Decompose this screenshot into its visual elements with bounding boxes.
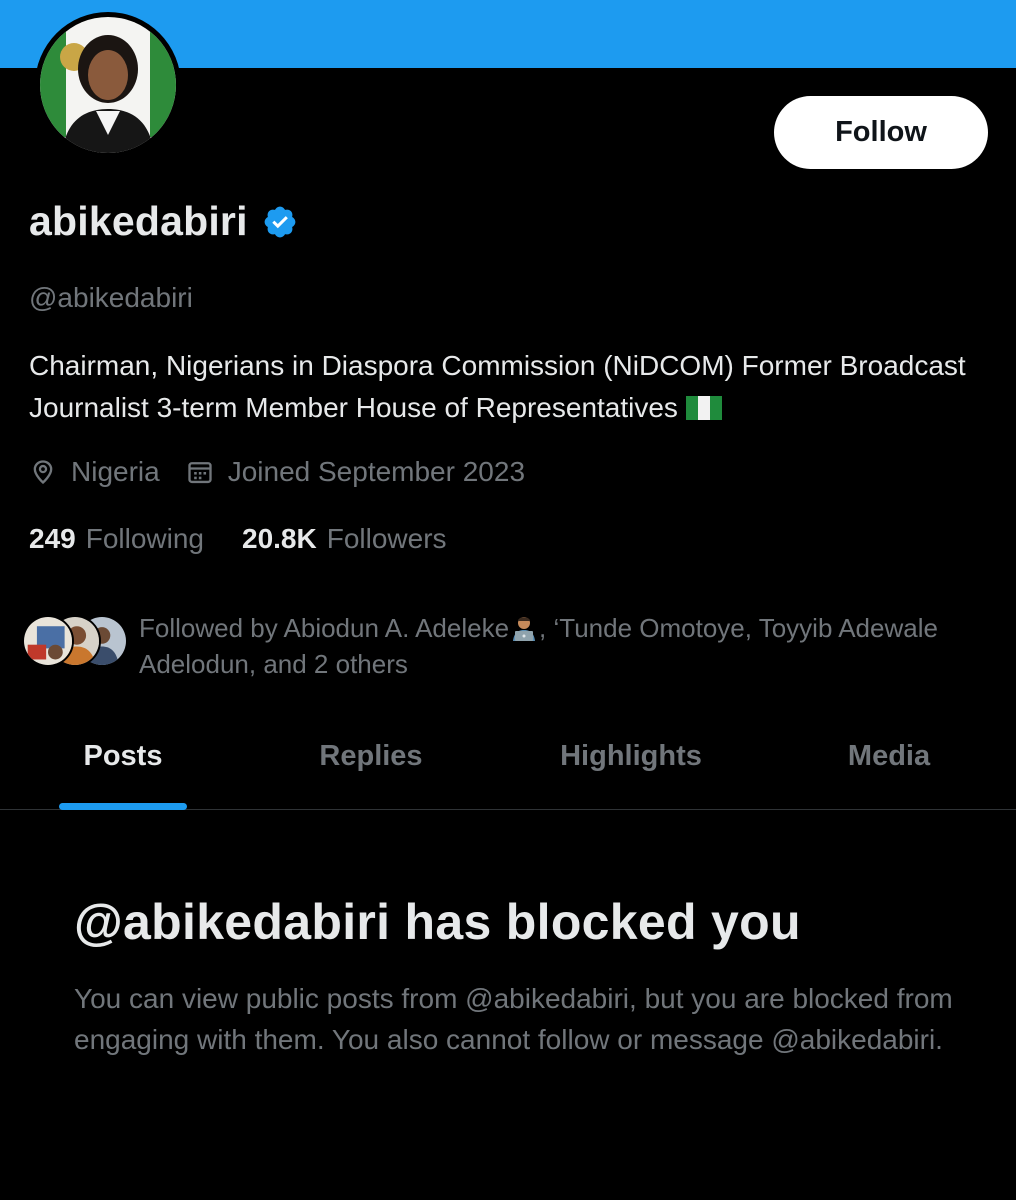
profile-bio: Chairman, Nigerians in Diaspora Commissi…	[29, 345, 989, 429]
location-item: Nigeria	[29, 456, 160, 488]
active-tab-indicator	[59, 803, 187, 810]
tab-media-label: Media	[847, 740, 931, 772]
profile-name-row: abikedabiri	[29, 198, 298, 245]
follow-button[interactable]: Follow	[774, 96, 988, 169]
followed-by-prefix: Followed by Abiodun A. Adeleke	[139, 613, 510, 643]
tab-media[interactable]: Media	[836, 710, 942, 810]
verified-badge-icon[interactable]	[262, 204, 298, 240]
display-name: abikedabiri	[29, 198, 248, 244]
tab-highlights[interactable]: Highlights	[548, 710, 714, 810]
profile-avatar[interactable]	[35, 12, 181, 158]
follower-avatar	[22, 615, 74, 667]
following-stat[interactable]: 249 Following	[29, 523, 204, 555]
followers-stat[interactable]: 20.8K Followers	[242, 523, 447, 555]
followers-count: 20.8K	[242, 523, 317, 554]
location-pin-icon	[33, 460, 53, 485]
tab-posts-label: Posts	[83, 740, 163, 772]
followed-by-avatars	[22, 610, 132, 668]
calendar-icon	[188, 462, 212, 484]
avatar-image	[40, 17, 176, 153]
location-text: Nigeria	[71, 456, 160, 487]
blocked-title: @abikedabiri has blocked you	[74, 894, 801, 950]
followed-by-section[interactable]: Followed by Abiodun A. Adeleke , ‘Tunde …	[22, 610, 939, 682]
bio-text: Chairman, Nigerians in Diaspora Commissi…	[29, 350, 966, 423]
blocked-description: You can view public posts from @abikedab…	[74, 983, 953, 1055]
profile-meta: Nigeria Joined September 2023	[29, 456, 525, 488]
followed-by-text: Followed by Abiodun A. Adeleke , ‘Tunde …	[139, 610, 939, 682]
following-label: Following	[85, 523, 204, 554]
profile-stats: 249 Following 20.8K Followers	[29, 523, 447, 555]
tab-replies[interactable]: Replies	[311, 710, 431, 810]
profile-tabs: Posts Replies Highlights Media	[0, 710, 1016, 810]
profile-handle: @abikedabiri	[29, 282, 193, 313]
tab-highlights-label: Highlights	[560, 740, 702, 772]
following-count: 249	[29, 523, 76, 554]
tab-posts[interactable]: Posts	[59, 710, 187, 810]
technologist-emoji-icon	[513, 617, 536, 641]
joined-item: Joined September 2023	[186, 456, 525, 488]
tab-replies-label: Replies	[319, 740, 423, 772]
joined-text: Joined September 2023	[227, 456, 526, 487]
nigeria-flag-icon	[685, 396, 722, 420]
followers-label: Followers	[326, 523, 447, 554]
